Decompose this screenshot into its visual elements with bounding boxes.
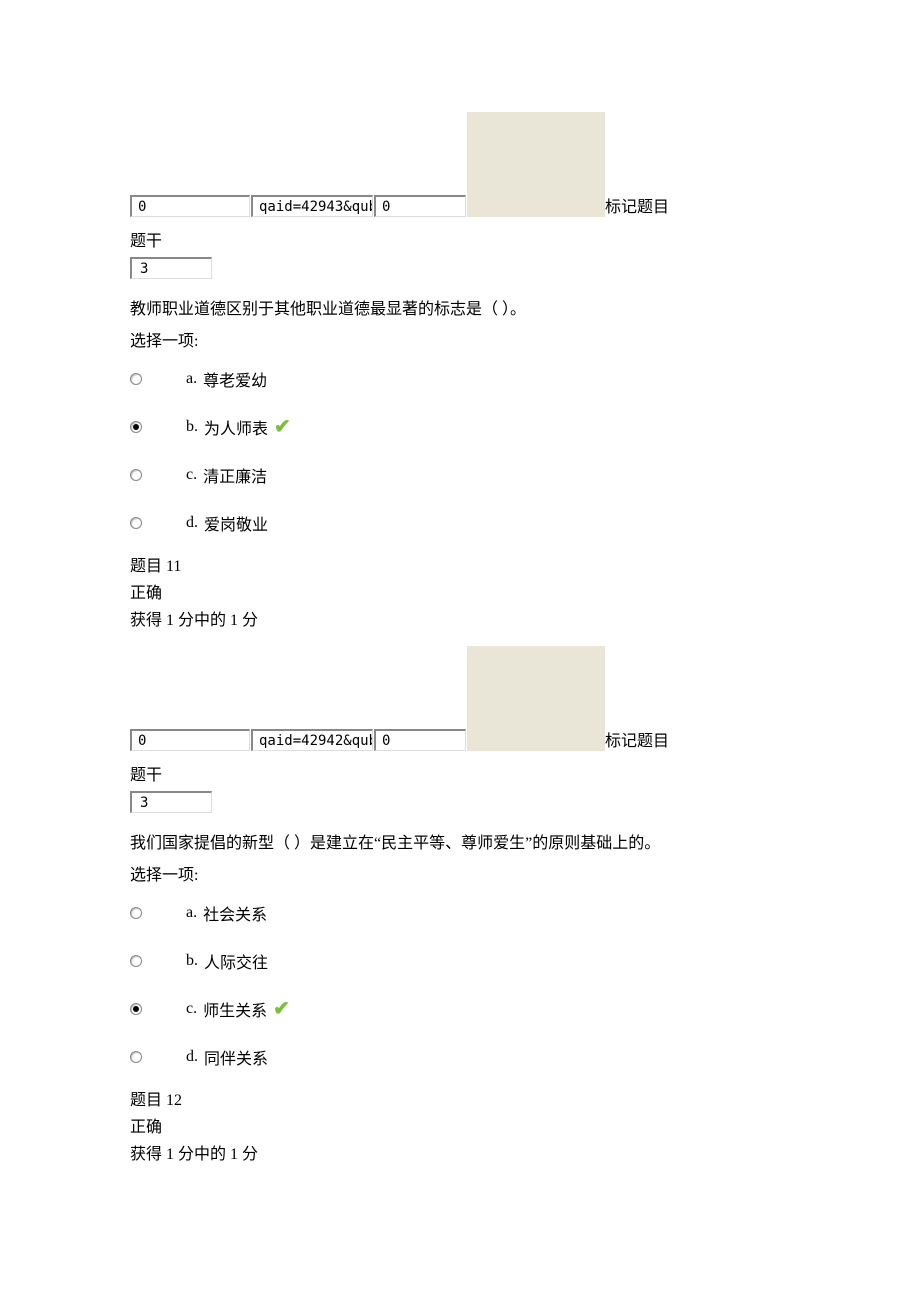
options-group: a. 尊老爱幼 b. 为人师表 ✔ c. 清正廉洁 d. 爱岗敬业 bbox=[130, 355, 790, 547]
option-d[interactable]: d. 爱岗敬业 bbox=[130, 499, 790, 547]
radio-icon[interactable] bbox=[130, 1003, 142, 1015]
question-text: 我们国家提倡的新型（ ）是建立在“民主平等、尊师爱生”的原则基础上的。 bbox=[130, 831, 790, 857]
option-letter: a. bbox=[186, 904, 197, 922]
radio-icon[interactable] bbox=[130, 1051, 142, 1063]
stem-label: 题干 bbox=[130, 227, 790, 251]
flag-input-c[interactable]: 0 bbox=[374, 195, 466, 217]
option-c[interactable]: c. 师生关系 ✔ bbox=[130, 985, 790, 1033]
image-placeholder bbox=[467, 112, 605, 217]
summary-status: 正确 bbox=[130, 1114, 790, 1141]
summary-score: 获得 1 分中的 1 分 bbox=[130, 607, 790, 634]
stem-number-input[interactable]: 3 bbox=[130, 791, 212, 813]
flag-row: 0 qaid=42943&qub 0 标记题目 bbox=[130, 112, 790, 217]
option-b[interactable]: b. 人际交往 bbox=[130, 937, 790, 985]
option-letter: b. bbox=[186, 952, 198, 970]
option-letter: b. bbox=[186, 418, 198, 436]
flag-input-b[interactable]: qaid=42943&qub bbox=[251, 195, 373, 217]
summary-score: 获得 1 分中的 1 分 bbox=[130, 1141, 790, 1168]
option-text: 师生关系 bbox=[203, 997, 267, 1021]
flag-input-a[interactable]: 0 bbox=[130, 729, 250, 751]
option-text: 为人师表 bbox=[204, 415, 268, 439]
question-summary: 题目 12 正确 获得 1 分中的 1 分 bbox=[130, 1087, 790, 1169]
stem-label: 题干 bbox=[130, 761, 790, 785]
radio-icon[interactable] bbox=[130, 955, 142, 967]
check-icon: ✔ bbox=[274, 414, 291, 439]
radio-icon[interactable] bbox=[130, 907, 142, 919]
option-text: 同伴关系 bbox=[204, 1045, 268, 1069]
question-text: 教师职业道德区别于其他职业道德最显著的标志是（ ）。 bbox=[130, 297, 790, 323]
summary-status: 正确 bbox=[130, 580, 790, 607]
flag-input-c[interactable]: 0 bbox=[374, 729, 466, 751]
radio-icon[interactable] bbox=[130, 421, 142, 433]
option-a[interactable]: a. 社会关系 bbox=[130, 889, 790, 937]
option-letter: a. bbox=[186, 370, 197, 388]
option-d[interactable]: d. 同伴关系 bbox=[130, 1033, 790, 1081]
option-text: 清正廉洁 bbox=[203, 463, 267, 487]
flag-input-b[interactable]: qaid=42942&qub bbox=[251, 729, 373, 751]
option-letter: d. bbox=[186, 514, 198, 532]
option-a[interactable]: a. 尊老爱幼 bbox=[130, 355, 790, 403]
question-summary: 题目 11 正确 获得 1 分中的 1 分 bbox=[130, 553, 790, 635]
choose-label: 选择一项: bbox=[130, 327, 790, 351]
radio-icon[interactable] bbox=[130, 517, 142, 529]
choose-label: 选择一项: bbox=[130, 861, 790, 885]
option-text: 爱岗敬业 bbox=[204, 511, 268, 535]
summary-title: 题目 11 bbox=[130, 553, 790, 580]
option-letter: d. bbox=[186, 1048, 198, 1066]
option-letter: c. bbox=[186, 1000, 197, 1018]
summary-title: 题目 12 bbox=[130, 1087, 790, 1114]
image-placeholder bbox=[467, 646, 605, 751]
flag-input-a[interactable]: 0 bbox=[130, 195, 250, 217]
flag-label[interactable]: 标记题目 bbox=[605, 193, 669, 217]
radio-icon[interactable] bbox=[130, 469, 142, 481]
check-icon: ✔ bbox=[273, 996, 290, 1021]
flag-row: 0 qaid=42942&qub 0 标记题目 bbox=[130, 646, 790, 751]
flag-label[interactable]: 标记题目 bbox=[605, 727, 669, 751]
option-text: 尊老爱幼 bbox=[203, 367, 267, 391]
option-c[interactable]: c. 清正廉洁 bbox=[130, 451, 790, 499]
option-letter: c. bbox=[186, 466, 197, 484]
option-b[interactable]: b. 为人师表 ✔ bbox=[130, 403, 790, 451]
option-text: 人际交往 bbox=[204, 949, 268, 973]
option-text: 社会关系 bbox=[203, 901, 267, 925]
page-content: 0 qaid=42943&qub 0 标记题目 题干 3 教师职业道德区别于其他… bbox=[0, 112, 920, 1248]
options-group: a. 社会关系 b. 人际交往 c. 师生关系 ✔ d. 同伴关系 bbox=[130, 889, 790, 1081]
stem-number-input[interactable]: 3 bbox=[130, 257, 212, 279]
radio-icon[interactable] bbox=[130, 373, 142, 385]
